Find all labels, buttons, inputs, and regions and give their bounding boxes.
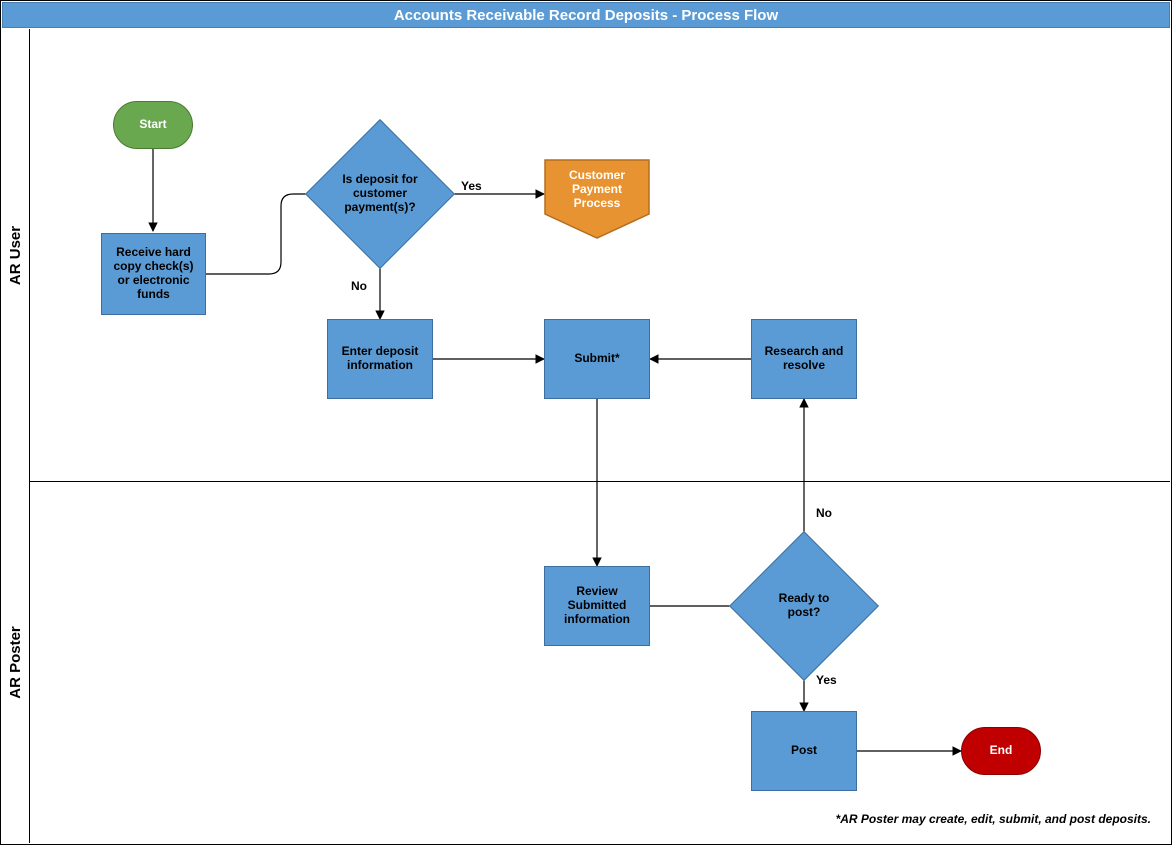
start-label: Start — [139, 118, 166, 132]
terminator-start: Start — [113, 101, 193, 149]
lane-label-ar-user: AR User — [2, 29, 30, 481]
decision-is-customer-payment: Is deposit for customer payment(s)? — [327, 141, 433, 247]
edge-label-no-1: No — [351, 279, 367, 293]
terminator-end: End — [961, 727, 1041, 775]
title-bar: Accounts Receivable Record Deposits - Pr… — [2, 2, 1170, 28]
customer-payment-process-label: Customer Payment Process — [550, 169, 644, 210]
decision-customer-label: Is deposit for customer payment(s)? — [327, 141, 433, 247]
enter-deposit-label: Enter deposit information — [334, 345, 426, 373]
footnote: *AR Poster may create, edit, submit, and… — [836, 812, 1151, 826]
offpage-customer-payment-process: Customer Payment Process — [544, 159, 650, 239]
lane-label-ar-poster-text: AR Poster — [7, 626, 24, 699]
review-submitted-label: Review Submitted information — [551, 585, 643, 626]
submit-label: Submit* — [574, 352, 619, 366]
receive-label: Receive hard copy check(s) or electronic… — [108, 246, 199, 301]
process-receive-funds: Receive hard copy check(s) or electronic… — [101, 233, 206, 315]
process-post: Post — [751, 711, 857, 791]
process-research-resolve: Research and resolve — [751, 319, 857, 399]
process-review-submitted: Review Submitted information — [544, 566, 650, 646]
decision-ready-label: Ready to post? — [751, 553, 857, 659]
edge-label-no-2: No — [816, 506, 832, 520]
title-text: Accounts Receivable Record Deposits - Pr… — [394, 7, 778, 24]
edge-label-yes-2: Yes — [816, 673, 837, 687]
research-resolve-label: Research and resolve — [758, 345, 850, 373]
diagram-frame: Accounts Receivable Record Deposits - Pr… — [0, 0, 1172, 845]
swimlanes: AR User AR Poster — [2, 29, 1170, 843]
process-enter-deposit-info: Enter deposit information — [327, 319, 433, 399]
end-label: End — [990, 744, 1013, 758]
edge-label-yes-1: Yes — [461, 179, 482, 193]
lane-label-ar-poster: AR Poster — [2, 481, 30, 843]
lane-label-ar-user-text: AR User — [7, 225, 24, 284]
post-label: Post — [791, 744, 817, 758]
process-submit: Submit* — [544, 319, 650, 399]
lane-separator — [30, 481, 1170, 482]
decision-ready-to-post: Ready to post? — [751, 553, 857, 659]
